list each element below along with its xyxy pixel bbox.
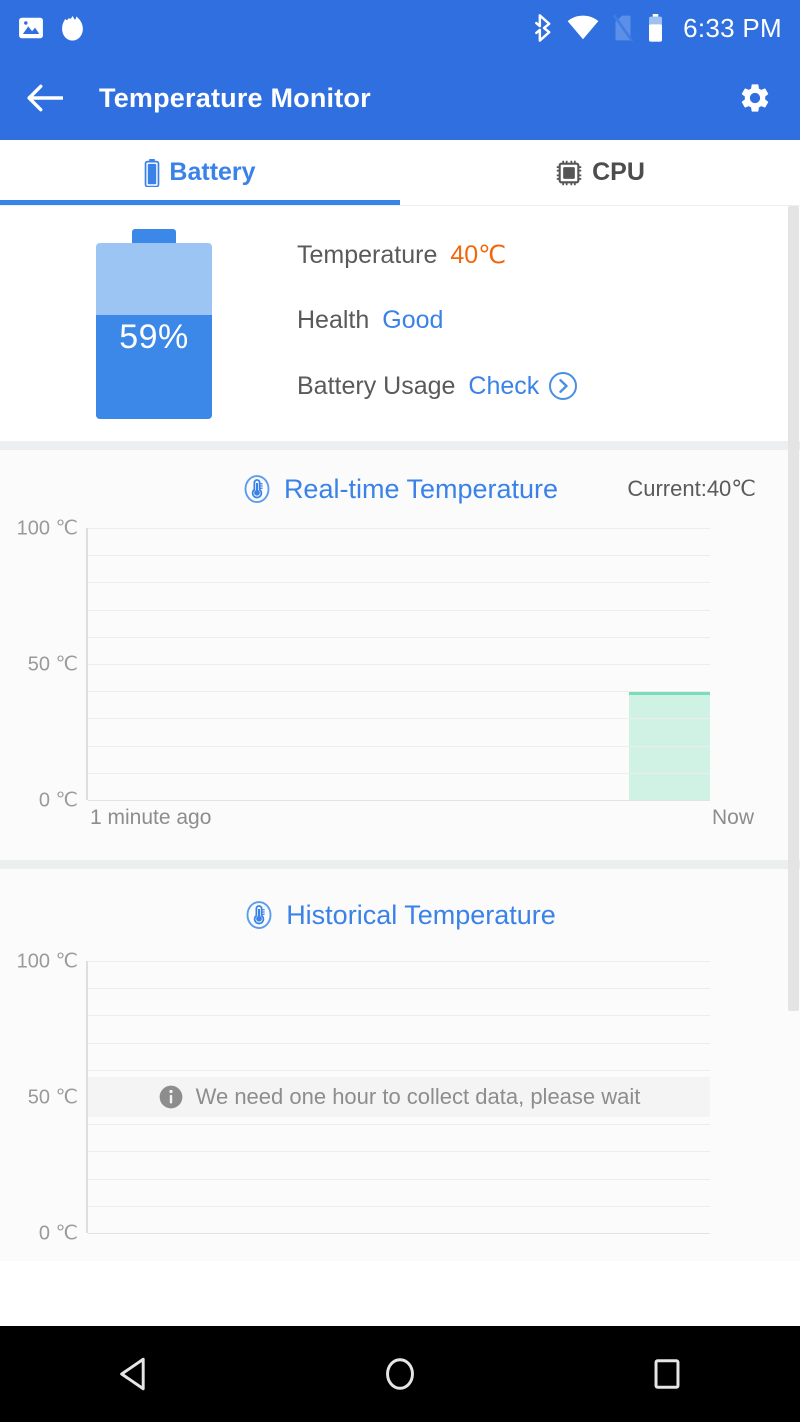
gridline — [88, 582, 710, 583]
realtime-temperature-section: Real-time Temperature Current:40℃ 0 ℃50 … — [0, 450, 800, 860]
health-label: Health — [297, 306, 369, 335]
realtime-plot-wrapper: 0 ℃50 ℃100 ℃ — [0, 528, 800, 800]
no-sim-icon — [612, 14, 634, 42]
y-axis-tick-label: 50 ℃ — [28, 1085, 78, 1110]
battery-percent-label: 59% — [96, 318, 212, 357]
gridline — [88, 1233, 710, 1234]
tab-bar: Battery CPU — [0, 140, 800, 206]
cpu-chip-icon — [555, 159, 583, 187]
historical-plot-wrapper: 0 ℃50 ℃100 ℃ We need one hour to collect… — [0, 961, 800, 1233]
battery-usage-label: Battery Usage — [297, 372, 455, 401]
back-triangle-icon — [118, 1357, 148, 1391]
gridline — [88, 528, 710, 529]
battery-icon — [647, 14, 664, 42]
back-button[interactable] — [22, 75, 68, 121]
tab-battery-label: Battery — [169, 158, 255, 187]
section-divider-2 — [0, 860, 800, 869]
nav-recents-button[interactable] — [533, 1358, 800, 1390]
gridline — [88, 664, 710, 665]
temperature-label: Temperature — [297, 241, 437, 270]
gridline — [88, 718, 710, 719]
y-axis-tick-label: 0 ℃ — [39, 788, 78, 813]
gridline — [88, 1070, 710, 1071]
gridline — [88, 1151, 710, 1152]
vertical-scrollbar[interactable] — [788, 206, 799, 1011]
temperature-value: 40℃ — [450, 240, 506, 270]
status-bar-left-icons — [18, 15, 85, 42]
flame-icon — [60, 15, 85, 42]
battery-icon — [144, 159, 160, 187]
tab-battery[interactable]: Battery — [0, 140, 400, 205]
y-axis-tick-label: 50 ℃ — [28, 652, 78, 677]
status-bar: 6:33 PM — [0, 0, 800, 56]
home-circle-icon — [384, 1357, 416, 1391]
battery-info-list: Temperature 40℃ Health Good Battery Usag… — [297, 240, 578, 407]
tab-active-indicator — [0, 200, 400, 205]
y-axis-tick-label: 100 ℃ — [17, 516, 78, 541]
gridline — [88, 637, 710, 638]
battery-level-graphic: 59% — [96, 229, 212, 419]
gridline — [88, 1043, 710, 1044]
thermometer-circle-icon — [244, 900, 274, 930]
section-divider-1 — [0, 441, 800, 450]
historical-temperature-section: Historical Temperature 0 ℃50 ℃100 ℃ We n… — [0, 869, 800, 1261]
historical-empty-message: We need one hour to collect data, please… — [196, 1084, 641, 1110]
realtime-chart-title: Real-time Temperature — [284, 474, 558, 505]
wifi-icon — [567, 15, 599, 41]
realtime-chart-title-group: Real-time Temperature — [242, 474, 558, 505]
photo-icon — [18, 15, 44, 41]
gridline — [88, 1179, 710, 1180]
gridline — [88, 1015, 710, 1016]
historical-chart-header: Historical Temperature — [0, 869, 800, 961]
realtime-plot-area: 0 ℃50 ℃100 ℃ — [86, 528, 710, 800]
gridline — [88, 988, 710, 989]
settings-button[interactable] — [732, 75, 778, 121]
realtime-x-axis: 1 minute ago Now — [86, 800, 754, 842]
battery-info-row-health: Health Good — [297, 306, 578, 335]
battery-info-row-usage: Battery Usage Check — [297, 371, 578, 401]
chevron-right-circle-icon[interactable] — [548, 371, 578, 401]
app-bar: Temperature Monitor — [0, 56, 800, 140]
realtime-chart-header: Real-time Temperature Current:40℃ — [0, 450, 800, 528]
y-axis-tick-label: 0 ℃ — [39, 1221, 78, 1246]
health-value: Good — [382, 306, 443, 335]
y-axis-tick-label: 100 ℃ — [17, 949, 78, 974]
gridline — [88, 961, 710, 962]
gridline — [88, 555, 710, 556]
system-navigation-bar — [0, 1326, 800, 1422]
battery-usage-check-link[interactable]: Check — [468, 372, 539, 401]
gridline — [88, 691, 710, 692]
realtime-x-label-end: Now — [712, 806, 754, 830]
gridline — [88, 1206, 710, 1207]
realtime-current-temperature: Current:40℃ — [627, 476, 756, 502]
gridline — [88, 1124, 710, 1125]
gridline — [88, 746, 710, 747]
info-icon — [158, 1084, 184, 1110]
realtime-x-label-start: 1 minute ago — [90, 806, 211, 830]
back-arrow-icon — [27, 83, 63, 113]
thermometer-circle-icon — [242, 474, 272, 504]
historical-plot-area: 0 ℃50 ℃100 ℃ We need one hour to collect… — [86, 961, 710, 1233]
recents-square-icon — [653, 1358, 681, 1390]
gear-icon — [738, 81, 772, 115]
historical-empty-state: We need one hour to collect data, please… — [88, 1077, 710, 1117]
nav-home-button[interactable] — [267, 1357, 534, 1391]
nav-back-button[interactable] — [0, 1357, 267, 1391]
tab-cpu[interactable]: CPU — [400, 140, 800, 205]
page-title: Temperature Monitor — [99, 83, 371, 114]
historical-chart-title: Historical Temperature — [286, 900, 556, 931]
battery-summary-card: 59% Temperature 40℃ Health Good Battery … — [0, 206, 800, 441]
status-bar-clock: 6:33 PM — [683, 13, 782, 44]
gridline — [88, 610, 710, 611]
battery-info-row-temperature: Temperature 40℃ — [297, 240, 578, 270]
bluetooth-icon — [535, 14, 554, 42]
tab-cpu-label: CPU — [592, 158, 645, 187]
historical-chart-title-group: Historical Temperature — [244, 900, 556, 931]
status-bar-right-icons: 6:33 PM — [535, 13, 782, 44]
gridline — [88, 773, 710, 774]
